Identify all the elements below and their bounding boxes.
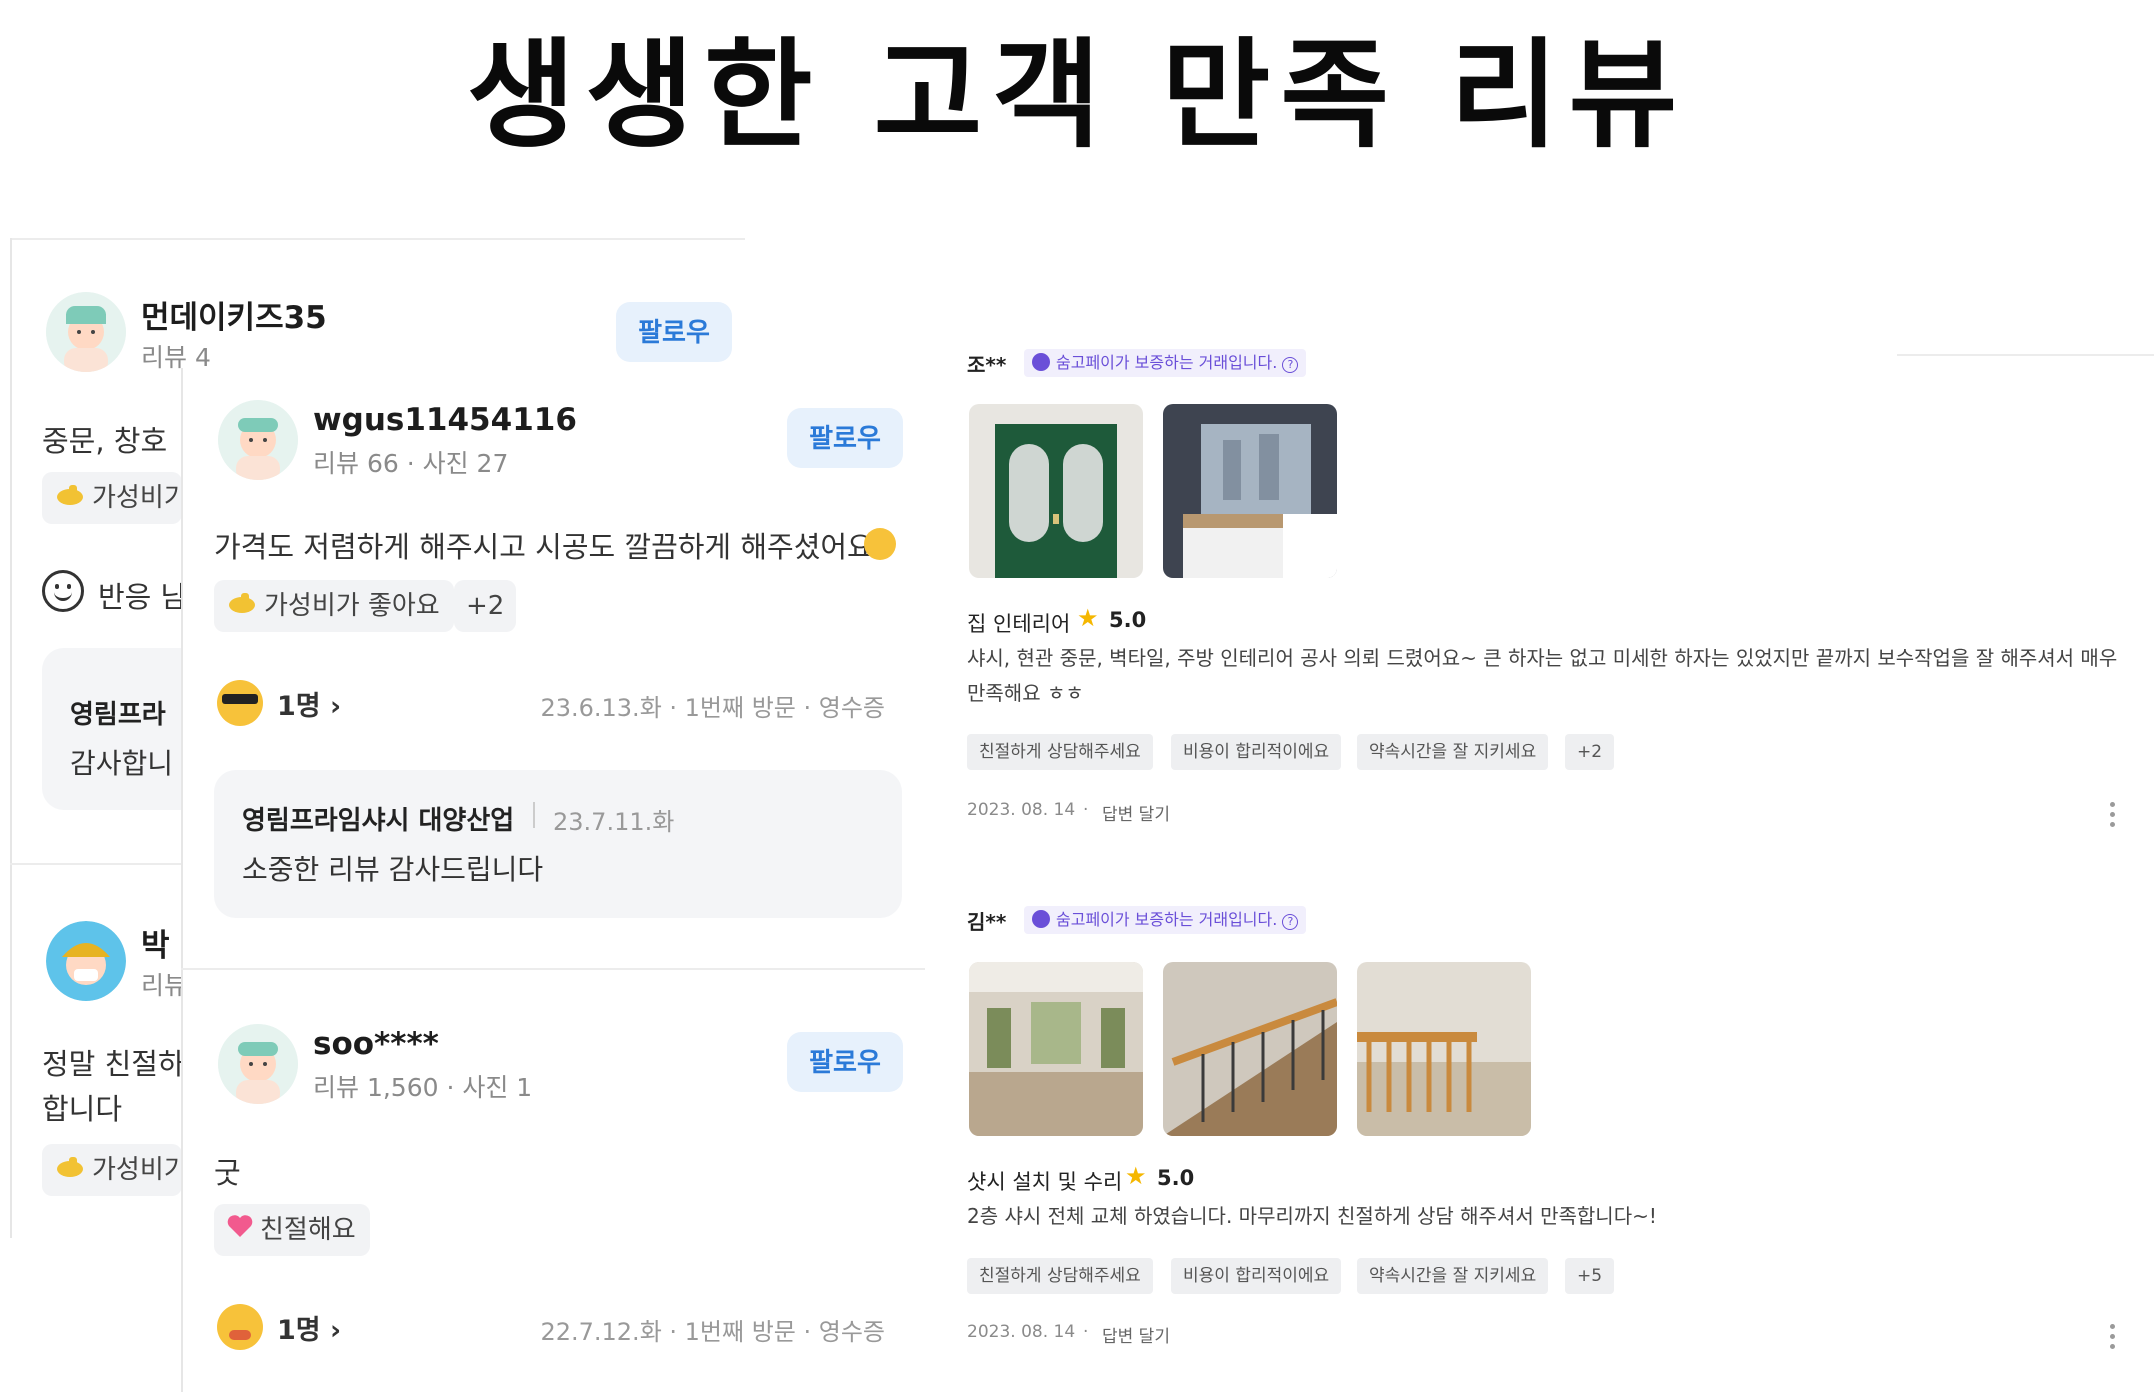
review-text: 가격도 저렴하게 해주시고 시공도 깔끔하게 해주셨어요 bbox=[214, 530, 874, 564]
more-tag[interactable]: +5 bbox=[1565, 1258, 1615, 1294]
right-review-panel: 조** 숨고페이가 보증하는 거래입니다. ? 집 인테리어 ★ 5.0 샤시,… bbox=[937, 336, 2154, 1392]
service-name: 샷시 설치 및 수리 bbox=[967, 1170, 1123, 1194]
chip-label: 가성비가 좋아요 bbox=[264, 591, 440, 621]
reply-box bbox=[214, 770, 902, 918]
star-icon: ★ bbox=[1077, 604, 1099, 632]
review-chip[interactable]: 친절해요 bbox=[214, 1204, 370, 1256]
reaction-count[interactable]: 1명 › bbox=[277, 684, 341, 723]
review-photo[interactable] bbox=[1357, 962, 1531, 1136]
review-text: 합니다 bbox=[42, 1092, 123, 1126]
user-meta: 리뷰 1,560 · 사진 1 bbox=[313, 1073, 533, 1102]
face-icon bbox=[217, 1304, 263, 1350]
reply-name: 영림프라임샤시 대양산업 bbox=[242, 806, 515, 836]
rating-score: 5.0 bbox=[1109, 608, 1147, 632]
follow-button[interactable]: 팔로우 bbox=[787, 408, 903, 468]
thumbs-up-icon bbox=[54, 473, 86, 525]
chevron-right-icon: › bbox=[330, 691, 342, 722]
thumbs-up-icon bbox=[54, 1145, 86, 1197]
visit-info: 23.6.13.화 · 1번째 방문 · 영수증 bbox=[540, 694, 885, 722]
question-icon[interactable]: ? bbox=[1282, 914, 1299, 930]
page-headline: 생생한 고객 만족 리뷰 bbox=[466, 26, 1688, 164]
user-name[interactable]: 박 bbox=[141, 920, 170, 965]
review-chip[interactable]: 가성비가 좋아요 bbox=[214, 580, 454, 632]
review-tag: 비용이 합리적이에요 bbox=[1171, 1258, 1342, 1294]
review-tag: 약속시간을 잘 지키세요 bbox=[1357, 734, 1549, 770]
category-text: 중문, 창호 bbox=[42, 424, 168, 458]
avatar bbox=[46, 292, 126, 372]
cool-face-icon bbox=[217, 680, 263, 726]
reply-date: 23.7.11.화 bbox=[553, 808, 675, 836]
review-tag: 약속시간을 잘 지키세요 bbox=[1357, 1258, 1549, 1294]
reviewer-name: 김** bbox=[967, 910, 1007, 934]
chip-label: 친절해요 bbox=[260, 1215, 356, 1245]
reply-text: 소중한 리뷰 감사드립니다 bbox=[242, 853, 544, 886]
smile-emoji-icon bbox=[864, 528, 896, 560]
reviewer-name: 조** bbox=[967, 353, 1007, 377]
chip-label: 가성비기 bbox=[92, 1155, 182, 1185]
user-name[interactable]: soo**** bbox=[313, 1026, 439, 1062]
avatar bbox=[218, 400, 298, 480]
pay-badge[interactable]: 숨고페이가 보증하는 거래입니다. ? bbox=[1024, 349, 1307, 377]
star-icon: ★ bbox=[1125, 1162, 1147, 1190]
pay-badge[interactable]: 숨고페이가 보증하는 거래입니다. ? bbox=[1024, 906, 1307, 934]
reaction-label[interactable]: 반응 남 bbox=[98, 574, 187, 616]
review-tag: 친절하게 상담해주세요 bbox=[967, 1258, 1153, 1294]
user-name[interactable]: wgus11454116 bbox=[313, 402, 577, 438]
soomgo-pay-icon bbox=[1032, 910, 1050, 928]
review-date: 2023. 08. 14 bbox=[967, 800, 1076, 820]
reaction-count-text: 1명 bbox=[277, 1315, 321, 1346]
chevron-right-icon: › bbox=[330, 1315, 342, 1346]
review-photo[interactable] bbox=[969, 404, 1143, 578]
avatar bbox=[46, 921, 126, 1001]
review-photo[interactable] bbox=[1163, 404, 1337, 578]
review-photo[interactable] bbox=[969, 962, 1143, 1136]
review-date: 2023. 08. 14 bbox=[967, 1322, 1076, 1342]
review-tag: 친절하게 상담해주세요 bbox=[967, 734, 1153, 770]
user-name[interactable]: 먼데이키즈35 bbox=[141, 292, 327, 337]
pay-badge-text: 숨고페이가 보증하는 거래입니다. bbox=[1056, 353, 1278, 372]
review-text: 정말 친절하 bbox=[42, 1047, 185, 1081]
avatar bbox=[218, 1024, 298, 1104]
chip-label: 가성비기 bbox=[92, 483, 182, 513]
service-name: 집 인테리어 bbox=[967, 612, 1071, 636]
review-text: 샤시, 현관 중문, 벽타일, 주방 인테리어 공사 의뢰 드렸어요~ 큰 하자… bbox=[967, 646, 2118, 705]
reply-name: 영림프라 bbox=[70, 700, 166, 730]
visit-info: 22.7.12.화 · 1번째 방문 · 영수증 bbox=[540, 1318, 885, 1346]
more-tag[interactable]: +2 bbox=[1565, 734, 1615, 770]
reaction-count[interactable]: 1명 › bbox=[277, 1308, 341, 1347]
heart-icon bbox=[226, 1205, 254, 1257]
question-icon[interactable]: ? bbox=[1282, 357, 1299, 373]
review-chip: 가성비기 bbox=[42, 1144, 182, 1196]
follow-button[interactable]: 팔로우 bbox=[787, 1032, 903, 1092]
mid-review-panel: wgus11454116 리뷰 66 · 사진 27 팔로우 가격도 저렴하게 … bbox=[181, 368, 925, 1392]
pay-badge-text: 숨고페이가 보증하는 거래입니다. bbox=[1056, 910, 1278, 929]
soomgo-pay-icon bbox=[1032, 353, 1050, 371]
more-chip[interactable]: +2 bbox=[454, 580, 517, 632]
rating-score: 5.0 bbox=[1157, 1166, 1195, 1190]
review-text: 굿 bbox=[214, 1156, 241, 1190]
reply-text: 감사합니 bbox=[70, 747, 174, 780]
smile-icon[interactable] bbox=[42, 570, 84, 612]
more-icon[interactable] bbox=[2110, 802, 2116, 832]
reaction-count-text: 1명 bbox=[277, 691, 321, 722]
review-tag: 비용이 합리적이에요 bbox=[1171, 734, 1342, 770]
review-text: 2층 샤시 전체 교체 하였습니다. 마무리까지 친절하게 상담 해주셔서 만족… bbox=[967, 1204, 1657, 1228]
reply-link[interactable]: 답변 달기 bbox=[1102, 1322, 1170, 1347]
thumbs-up-icon bbox=[226, 581, 258, 633]
reply-link[interactable]: 답변 달기 bbox=[1102, 800, 1170, 825]
follow-button[interactable]: 팔로우 bbox=[616, 302, 732, 362]
user-meta: 리뷰 66 · 사진 27 bbox=[313, 449, 509, 478]
more-icon[interactable] bbox=[2110, 1324, 2116, 1354]
review-photo[interactable] bbox=[1163, 962, 1337, 1136]
review-chip: 가성비기 bbox=[42, 472, 182, 524]
